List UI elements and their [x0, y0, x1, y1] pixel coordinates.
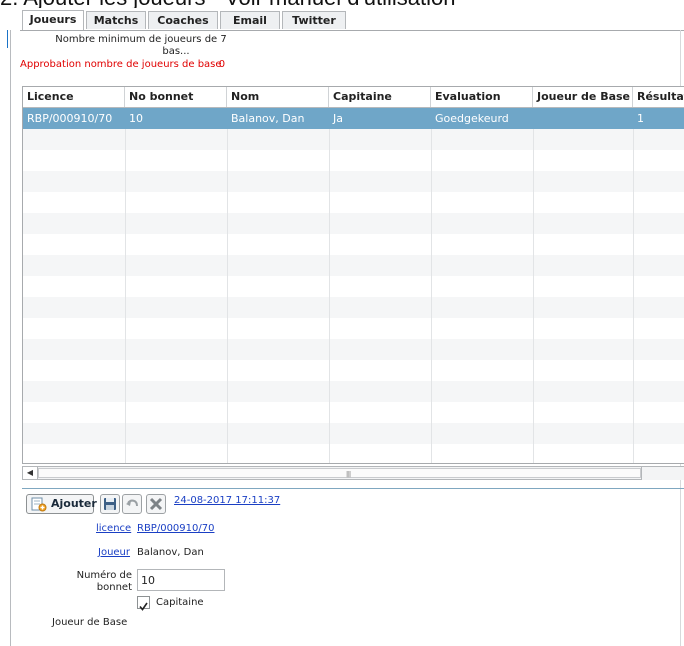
grid-header: Licence No bonnet Nom Capitaine Evaluati…	[23, 87, 684, 108]
bonnet-input[interactable]	[137, 569, 225, 591]
joueur-link[interactable]: Joueur	[98, 547, 130, 558]
check-icon	[139, 602, 148, 611]
bonnet-label: Numéro de bonnet	[64, 570, 132, 594]
approval-label: Approbation nombre de joueurs de base	[20, 59, 222, 70]
approval-status: Approbation nombre de joueurs de base 0	[20, 59, 225, 71]
left-accent-bar	[7, 30, 8, 48]
tab-joueurs[interactable]: Joueurs	[22, 10, 84, 30]
empty-row	[23, 129, 684, 150]
tab-bar: Joueurs Matchs Coaches Email Twitter	[20, 8, 684, 31]
column-divider	[431, 129, 432, 463]
col-header-evaluation[interactable]: Evaluation	[431, 87, 533, 107]
save-icon	[104, 498, 116, 510]
empty-row	[23, 171, 684, 192]
players-grid: Licence No bonnet Nom Capitaine Evaluati…	[22, 86, 684, 464]
col-header-capitaine[interactable]: Capitaine	[329, 87, 431, 107]
horizontal-scrollbar[interactable]: ◀ ||||	[22, 466, 642, 480]
tab-twitter[interactable]: Twitter	[282, 11, 346, 29]
scroll-left-icon[interactable]: ◀	[23, 467, 38, 479]
scrollbar-track-end	[642, 466, 684, 480]
col-header-resultats[interactable]: Résultats	[633, 87, 684, 107]
licence-value[interactable]: RBP/000910/70	[137, 523, 214, 534]
cell-nom: Balanov, Dan	[231, 112, 305, 125]
save-button[interactable]	[100, 494, 120, 514]
column-divider	[533, 129, 534, 463]
bonnet-label-line1: Numéro de	[76, 570, 132, 581]
cell-evaluation: Goedgekeurd	[435, 112, 509, 125]
cell-capitaine: Ja	[333, 112, 343, 125]
empty-row	[23, 423, 684, 444]
cell-resultats: 1	[637, 112, 644, 125]
table-row[interactable]: RBP/000910/70 10 Balanov, Dan Ja Goedgek…	[23, 108, 684, 129]
column-divider	[125, 129, 126, 463]
empty-row	[23, 297, 684, 318]
captain-label: Capitaine	[156, 597, 204, 608]
min-players-text-cont: bas...	[162, 46, 190, 57]
licence-label[interactable]: licence	[96, 523, 131, 534]
empty-row	[23, 381, 684, 402]
bonnet-label-line2: bonnet	[96, 582, 132, 593]
undo-button[interactable]	[122, 494, 142, 514]
scrollbar-thumb[interactable]: ||||	[38, 468, 641, 478]
add-document-icon	[31, 497, 47, 512]
approval-value: 0	[218, 59, 226, 70]
add-button-label: Ajouter	[51, 497, 97, 510]
tab-matchs[interactable]: Matchs	[86, 11, 146, 29]
grid-body: RBP/000910/70 10 Balanov, Dan Ja Goedgek…	[23, 108, 684, 463]
cell-base	[533, 108, 633, 129]
column-divider	[227, 129, 228, 463]
col-header-bonnet[interactable]: No bonnet	[125, 87, 227, 107]
cell-bonnet: 10	[129, 112, 143, 125]
add-button[interactable]: Ajouter	[26, 494, 97, 514]
column-divider	[633, 129, 634, 463]
captain-checkbox[interactable]	[137, 596, 150, 611]
left-border	[10, 30, 11, 646]
empty-row	[23, 255, 684, 276]
min-players-text: Nombre minimum de joueurs de 7	[55, 34, 227, 45]
col-header-base[interactable]: Joueur de Base	[533, 87, 633, 107]
col-header-licence[interactable]: Licence	[23, 87, 125, 107]
column-divider	[329, 129, 330, 463]
delete-icon	[149, 497, 163, 511]
grip-icon: ||||	[346, 471, 351, 478]
delete-button[interactable]	[146, 494, 166, 514]
undo-icon	[126, 499, 138, 507]
col-header-nom[interactable]: Nom	[227, 87, 329, 107]
empty-row	[23, 213, 684, 234]
empty-row	[23, 339, 684, 360]
joueur-label[interactable]: Joueur	[98, 547, 130, 558]
detail-divider	[22, 488, 684, 489]
licence-link[interactable]: licence	[96, 523, 131, 534]
min-players-label: Nombre minimum de joueurs de 7 bas...	[22, 34, 260, 58]
cell-licence: RBP/000910/70	[27, 112, 113, 125]
tab-coaches[interactable]: Coaches	[148, 11, 218, 29]
timestamp-link[interactable]: 24-08-2017 17:11:37	[174, 495, 280, 506]
joueur-value: Balanov, Dan	[137, 547, 204, 558]
base-player-label: Joueur de Base	[52, 617, 128, 628]
tab-email[interactable]: Email	[220, 11, 280, 29]
